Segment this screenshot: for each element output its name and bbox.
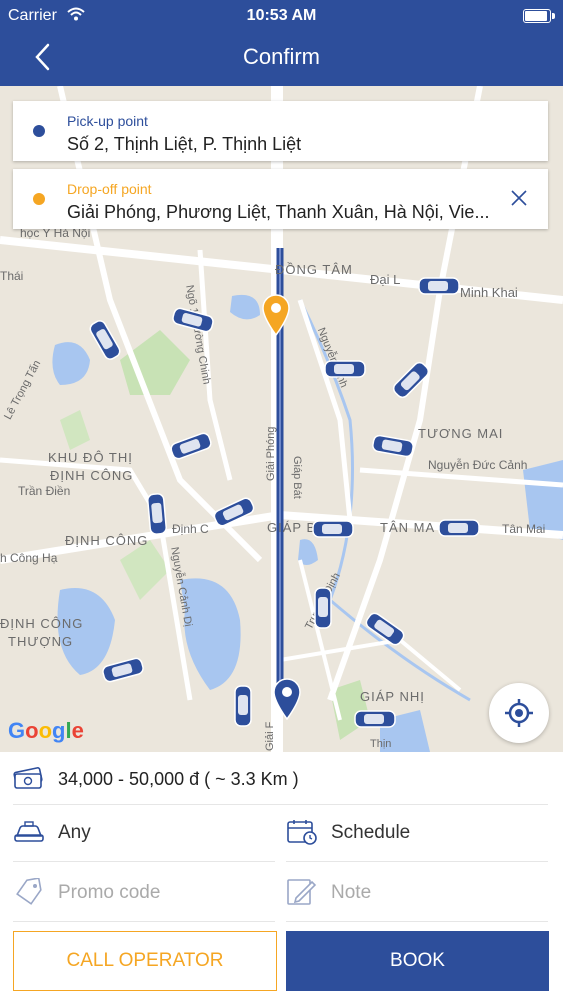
fare-row: 34,000 - 50,000 đ ( ~ 3.3 Km ) <box>13 752 548 805</box>
pickup-dot-icon <box>33 125 45 137</box>
pickup-pin-icon <box>273 678 301 720</box>
pickup-label: Pick-up point <box>67 113 148 129</box>
money-icon <box>13 767 43 789</box>
vehicle-type-value: Any <box>58 822 91 843</box>
map-label: GIÁP B <box>267 520 317 535</box>
dropoff-pin-icon <box>262 294 290 336</box>
map-label: ĐỊNH CÔNG <box>0 616 84 631</box>
taxi-car-icon <box>354 710 396 728</box>
map-label: Giải Phóng <box>265 426 277 481</box>
taxi-icon <box>14 821 44 842</box>
map-label: Giáp Bát <box>291 456 303 499</box>
map-label: h Công Hạ <box>0 551 58 565</box>
map-label: Nguyễn Đức Cảnh <box>428 458 528 472</box>
my-location-button[interactable] <box>489 683 549 743</box>
booking-panel: 34,000 - 50,000 đ ( ~ 3.3 Km ) Any Sched… <box>0 752 563 1000</box>
dropoff-card[interactable]: Drop-off point Giải Phóng, Phương Liệt, … <box>13 169 548 229</box>
map-label: GIÁP NHỊ <box>360 689 425 704</box>
map-label: TƯƠNG MAI <box>418 426 504 441</box>
clock: 10:53 AM <box>246 7 317 24</box>
crosshair-icon <box>505 699 533 727</box>
map-label: Ngõ 1 Trường Chinh <box>183 284 213 386</box>
map-label: Đại L <box>370 272 401 287</box>
calendar-clock-icon <box>287 820 317 845</box>
call-operator-button[interactable]: CALL OPERATOR <box>13 931 277 991</box>
map-label: Minh Khai <box>460 285 518 300</box>
dropoff-address: Giải Phóng, Phương Liệt, Thanh Xuân, Hà … <box>67 202 490 222</box>
edit-note-icon <box>287 879 317 905</box>
taxi-car-icon <box>324 360 366 378</box>
map-label: TÂN MA <box>380 520 436 535</box>
map-label: Định C <box>172 522 209 536</box>
taxi-car-icon <box>418 277 460 295</box>
taxi-car-icon <box>438 519 480 537</box>
map-label: Thịn <box>370 738 392 750</box>
fare-estimate: 34,000 - 50,000 đ ( ~ 3.3 Km ) <box>58 769 299 789</box>
dropoff-label: Drop-off point <box>67 181 152 197</box>
schedule-selector[interactable]: Schedule <box>286 804 548 862</box>
taxi-car-icon <box>147 493 167 535</box>
note-field[interactable]: Note <box>286 864 548 922</box>
map-label: Trần Điền <box>18 484 71 498</box>
map-label: Tân Mai <box>502 522 546 536</box>
taxi-car-icon <box>234 685 252 727</box>
battery-icon <box>523 9 555 23</box>
note-placeholder: Note <box>331 882 372 903</box>
map-label: Nguyễn Cảnh Dị <box>168 546 195 628</box>
google-logo: Google <box>8 718 84 743</box>
taxi-car-icon <box>312 520 354 538</box>
map-label: Lê Trọng Tấn <box>2 358 44 422</box>
map-label: Nguyễn Ninh <box>314 326 350 390</box>
vehicle-type-selector[interactable]: Any <box>13 804 275 862</box>
pickup-address: Số 2, Thịnh Liệt, P. Thịnh Liệt <box>67 134 302 154</box>
dropoff-dot-icon <box>33 193 45 205</box>
page-title: Confirm <box>242 44 320 69</box>
map-label: ĐỊNH CÔNG <box>65 533 149 548</box>
map-label: ĐỊNH CÔNG <box>50 468 134 483</box>
clear-dropoff-icon[interactable] <box>510 189 528 207</box>
promo-code-placeholder: Promo code <box>58 882 161 903</box>
top-bar: Carrier 10:53 AM Confirm <box>0 0 563 86</box>
tag-icon <box>16 878 42 905</box>
map-label: KHU ĐÔ THỊ <box>48 450 133 465</box>
promo-code-field[interactable]: Promo code <box>13 864 275 922</box>
status-bar: Carrier 10:53 AM <box>0 4 563 26</box>
schedule-label: Schedule <box>331 822 411 843</box>
map-label: Thái <box>0 269 24 283</box>
taxi-car-icon <box>314 587 332 629</box>
map-label: THƯỢNG <box>8 634 74 649</box>
pickup-card[interactable]: Pick-up point Số 2, Thịnh Liệt, P. Thịnh… <box>13 101 548 161</box>
map-label: Giải F <box>264 721 276 751</box>
map-label: ĐỒNG TÂM <box>275 262 353 277</box>
book-button[interactable]: BOOK <box>286 931 549 991</box>
